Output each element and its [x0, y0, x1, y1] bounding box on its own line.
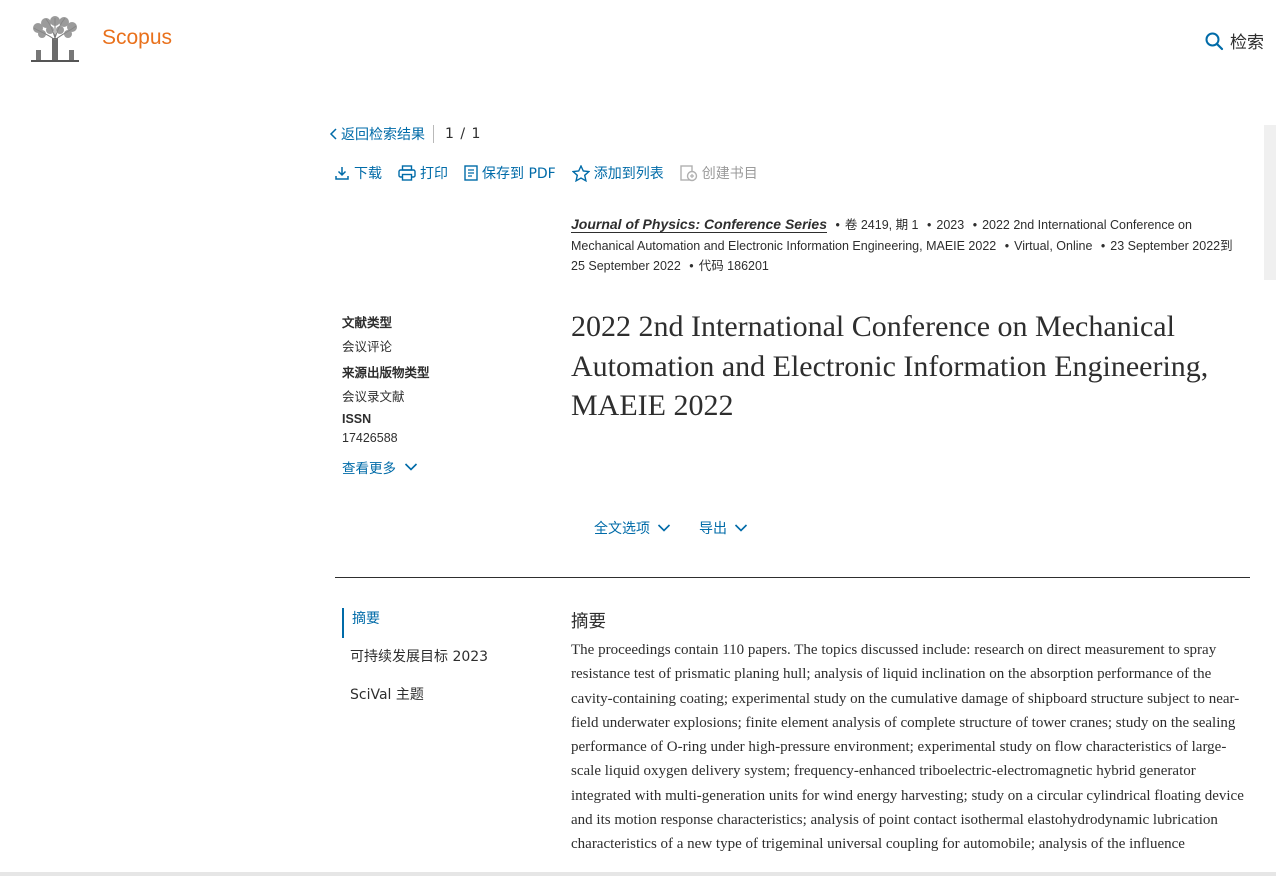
pdf-file-icon — [464, 165, 478, 181]
conference-location: Virtual, Online — [1014, 238, 1093, 253]
separator-dot: • — [1100, 238, 1106, 253]
full-text-options-label: 全文选项 — [594, 521, 650, 537]
download-icon — [335, 167, 349, 180]
back-label: 返回检索结果 — [341, 127, 425, 143]
chevron-down-icon — [404, 463, 418, 471]
nav-item-sdg[interactable]: 可持续发展目标 2023 — [342, 646, 488, 676]
separator-dot: • — [972, 218, 978, 232]
separator-dot: • — [1004, 238, 1010, 253]
document-metadata: 文献类型 会议评论 来源出版物类型 会议录文献 ISSN 17426588 查看… — [342, 312, 542, 477]
abstract-text: The proceedings contain 110 papers. The … — [571, 642, 1244, 853]
back-to-results-link[interactable]: 返回检索结果 — [329, 124, 425, 144]
breadcrumb: 返回检索结果 1 / 1 — [329, 124, 481, 144]
doc-type-value: 会议评论 — [342, 340, 393, 354]
bibliography-icon — [680, 165, 697, 182]
print-button[interactable]: 打印 — [398, 163, 448, 183]
download-label: 下载 — [354, 166, 382, 182]
full-text-options-button[interactable]: 全文选项 — [594, 518, 671, 538]
save-pdf-label: 保存到 PDF — [482, 166, 556, 182]
document-options: 全文选项 导出 — [594, 518, 776, 538]
result-count: 1 / 1 — [445, 126, 482, 142]
create-bibliography-button[interactable]: 创建书目 — [680, 163, 758, 183]
separator-dot: • — [927, 218, 932, 232]
scopus-brand[interactable]: Scopus — [102, 26, 172, 50]
search-button[interactable]: 检索 — [1204, 28, 1264, 53]
source-details: Journal of Physics: Conference Series • 卷… — [571, 214, 1243, 277]
separator-dot: • — [689, 259, 694, 273]
chevron-left-icon — [329, 128, 337, 140]
printer-icon — [398, 165, 416, 181]
issn-label: ISSN — [342, 412, 372, 426]
page-header: Scopus 检索 — [0, 0, 1276, 80]
save-pdf-button[interactable]: 保存到 PDF — [464, 163, 556, 183]
add-to-list-button[interactable]: 添加到列表 — [571, 163, 664, 183]
star-icon — [571, 164, 590, 182]
source-type-label: 来源出版物类型 — [342, 366, 430, 380]
section-divider — [335, 577, 1250, 578]
breadcrumb-divider — [433, 125, 434, 143]
elsevier-tree-logo-icon[interactable] — [28, 16, 82, 64]
export-button[interactable]: 导出 — [699, 518, 748, 538]
print-label: 打印 — [420, 166, 448, 182]
nav-item-scival-topics[interactable]: SciVal 主题 — [342, 684, 488, 714]
document-toolbar: 下载 打印 保存到 PDF 添加到列表 创建书目 — [334, 163, 774, 183]
show-more-label: 查看更多 — [342, 461, 396, 476]
section-nav: 摘要 可持续发展目标 2023 SciVal 主题 — [342, 608, 488, 722]
separator-dot: • — [835, 218, 840, 232]
source-type-value: 会议录文献 — [342, 390, 405, 404]
document-title: 2022 2nd International Conference on Mec… — [571, 310, 1209, 422]
issn-value: 17426588 — [342, 431, 398, 445]
abstract-heading: 摘要 — [571, 612, 606, 632]
scrollbar[interactable] — [1264, 125, 1276, 280]
horizontal-scrollbar[interactable] — [0, 872, 1276, 876]
download-button[interactable]: 下载 — [334, 163, 382, 183]
journal-link[interactable]: Journal of Physics: Conference Series — [571, 216, 827, 233]
chevron-down-icon — [657, 524, 671, 532]
nav-item-abstract[interactable]: 摘要 — [342, 608, 488, 638]
year: 2023 — [936, 218, 965, 232]
volume-issue: 卷 2419, 期 1 — [844, 218, 919, 232]
show-more-button[interactable]: 查看更多 — [342, 457, 542, 477]
search-label: 检索 — [1230, 33, 1264, 53]
chevron-down-icon — [734, 524, 748, 532]
search-icon — [1205, 32, 1224, 50]
add-to-list-label: 添加到列表 — [593, 166, 664, 182]
conference-code: 代码 186201 — [698, 259, 769, 273]
create-bibliography-label: 创建书目 — [701, 166, 758, 182]
doc-type-label: 文献类型 — [342, 316, 393, 330]
export-label: 导出 — [699, 521, 727, 537]
